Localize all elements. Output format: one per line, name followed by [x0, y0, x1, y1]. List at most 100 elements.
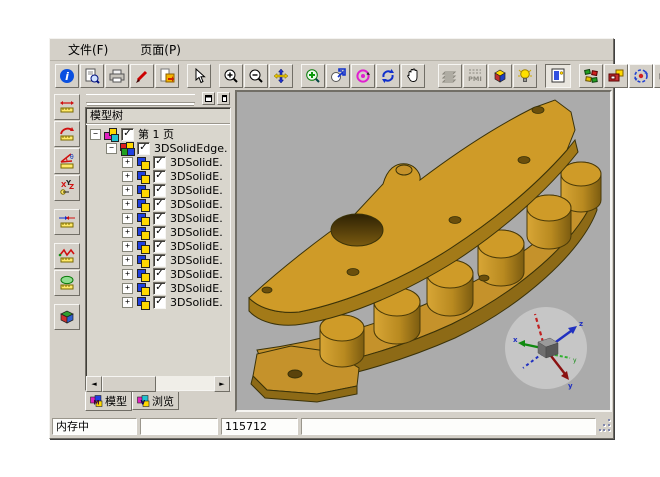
zoom-orbit-button[interactable] — [326, 64, 350, 88]
print-button[interactable] — [105, 64, 129, 88]
scroll-track[interactable] — [156, 376, 214, 390]
scroll-right-button[interactable]: ► — [214, 376, 230, 392]
solid-view-button[interactable] — [654, 64, 660, 88]
tree-row-part[interactable]: + ✓ 3DSolidE. — [86, 253, 230, 267]
measure-volume-button[interactable] — [54, 304, 80, 330]
tree-label[interactable]: 3DSolidE. — [170, 184, 223, 197]
tree-row-assembly[interactable]: − ✓ 3DSolidEdge. — [86, 141, 230, 155]
hand-pan-button[interactable] — [401, 64, 425, 88]
dock-hide-button[interactable] — [217, 92, 230, 105]
visibility-checkbox[interactable]: ✓ — [153, 254, 166, 267]
tree-row-page[interactable]: − ✓ 第 1 页 — [86, 127, 230, 141]
tree-row-part[interactable]: + ✓ 3DSolidE. — [86, 155, 230, 169]
model-tree-box: 模型树 − ✓ 第 1 页 − — [85, 107, 231, 391]
visibility-checkbox[interactable]: ✓ — [153, 296, 166, 309]
update-model-button[interactable] — [629, 64, 653, 88]
visibility-checkbox[interactable]: ✓ — [153, 226, 166, 239]
tree-label[interactable]: 3DSolidE. — [170, 254, 223, 267]
tree-row-part[interactable]: + ✓ 3DSolidE. — [86, 197, 230, 211]
light-button[interactable] — [513, 64, 537, 88]
measure-distance-button[interactable] — [54, 94, 80, 120]
tree-row-part[interactable]: + ✓ 3DSolidE. — [86, 239, 230, 253]
visibility-checkbox[interactable]: ✓ — [153, 198, 166, 211]
visibility-checkbox[interactable]: ✓ — [153, 282, 166, 295]
measure-area-button[interactable] — [54, 270, 80, 296]
expand-toggle-icon[interactable]: + — [122, 157, 133, 168]
tree-label[interactable]: 3DSolidE. — [170, 226, 223, 239]
print-preview-button[interactable] — [80, 64, 104, 88]
collapse-toggle-icon[interactable]: − — [90, 129, 101, 140]
visibility-checkbox[interactable]: ✓ — [153, 156, 166, 169]
expand-toggle-icon[interactable]: + — [122, 269, 133, 280]
expand-toggle-icon[interactable]: + — [122, 185, 133, 196]
collapse-toggle-icon[interactable]: − — [106, 143, 117, 154]
tree-label[interactable]: 第 1 页 — [138, 126, 174, 142]
tree-label[interactable]: 3DSolidE. — [170, 268, 223, 281]
model-browser-button[interactable] — [545, 64, 571, 88]
measure-coordinate-button[interactable]: XYZ — [54, 175, 80, 201]
tree-row-part[interactable]: + ✓ 3DSolidE. — [86, 211, 230, 225]
expand-toggle-icon[interactable]: + — [122, 171, 133, 182]
tree-label[interactable]: 3DSolidE. — [170, 170, 223, 183]
tree-label[interactable]: 3DSolidE. — [170, 240, 223, 253]
visibility-checkbox[interactable]: ✓ — [137, 142, 150, 155]
pan-button[interactable] — [269, 64, 293, 88]
dock-drag-handle[interactable] — [86, 94, 195, 103]
visibility-checkbox[interactable]: ✓ — [153, 240, 166, 253]
select-button[interactable] — [187, 64, 211, 88]
assembly-tree-button[interactable] — [579, 64, 603, 88]
scroll-left-button[interactable]: ◄ — [86, 376, 102, 392]
info-button[interactable]: i — [55, 64, 79, 88]
visibility-checkbox[interactable]: ✓ — [121, 128, 134, 141]
tree-row-part[interactable]: + ✓ 3DSolidE. — [86, 225, 230, 239]
scroll-thumb[interactable] — [102, 376, 156, 392]
tree-row-part[interactable]: + ✓ 3DSolidE. — [86, 281, 230, 295]
expand-toggle-icon[interactable]: + — [122, 255, 133, 266]
tree-label[interactable]: 3DSolidE. — [170, 198, 223, 211]
expand-toggle-icon[interactable]: + — [122, 297, 133, 308]
measure-curve-button[interactable] — [54, 121, 80, 147]
zoom-window-button[interactable] — [301, 64, 325, 88]
tree-label[interactable]: 3DSolidE. — [170, 296, 223, 309]
measure-angle-button[interactable]: θ — [54, 148, 80, 174]
menu-file[interactable]: 文件(F) — [65, 40, 111, 59]
viewport-3d[interactable]: z x y y — [235, 90, 612, 412]
expand-toggle-icon[interactable]: + — [122, 199, 133, 210]
tree-label[interactable]: 3DSolidEdge. — [154, 142, 227, 155]
measure-polyline-button[interactable] — [54, 243, 80, 269]
refresh-view-button[interactable] — [376, 64, 400, 88]
redline-button[interactable] — [130, 64, 154, 88]
expand-toggle-icon[interactable]: + — [122, 241, 133, 252]
tree-horizontal-scrollbar[interactable]: ◄ ► — [86, 376, 230, 390]
rotate-view-button[interactable] — [351, 64, 375, 88]
expand-toggle-icon[interactable]: + — [122, 213, 133, 224]
dock-header[interactable] — [86, 92, 230, 105]
visibility-checkbox[interactable]: ✓ — [153, 268, 166, 281]
tree-row-part[interactable]: + ✓ 3DSolidE. — [86, 295, 230, 309]
tree-row-part[interactable]: + ✓ 3DSolidE. — [86, 169, 230, 183]
zoom-in-button[interactable] — [219, 64, 243, 88]
tab-browse-label: 浏览 — [152, 393, 174, 409]
tab-model[interactable]: M 模型 — [85, 392, 132, 411]
tree-label[interactable]: 3DSolidE. — [170, 282, 223, 295]
output-device-button[interactable] — [604, 64, 628, 88]
export-button[interactable] — [155, 64, 179, 88]
expand-toggle-icon[interactable]: + — [122, 227, 133, 238]
visibility-checkbox[interactable]: ✓ — [153, 184, 166, 197]
visibility-checkbox[interactable]: ✓ — [153, 212, 166, 225]
zoom-out-button[interactable] — [244, 64, 268, 88]
tree-label[interactable]: 3DSolidE. — [170, 156, 223, 169]
layers-button[interactable] — [438, 64, 462, 88]
visibility-checkbox[interactable]: ✓ — [153, 170, 166, 183]
view-3d-button[interactable] — [488, 64, 512, 88]
tree-row-part[interactable]: + ✓ 3DSolidE. — [86, 267, 230, 281]
resize-grip[interactable] — [599, 419, 611, 433]
pmi-button[interactable]: PMI — [463, 64, 487, 88]
tab-browse[interactable]: V 浏览 — [132, 392, 179, 410]
measure-gap-button[interactable] — [54, 209, 80, 235]
tree-label[interactable]: 3DSolidE. — [170, 212, 223, 225]
dock-float-button[interactable] — [202, 92, 215, 105]
expand-toggle-icon[interactable]: + — [122, 283, 133, 294]
tree-row-part[interactable]: + ✓ 3DSolidE. — [86, 183, 230, 197]
menu-page[interactable]: 页面(P) — [137, 40, 184, 59]
